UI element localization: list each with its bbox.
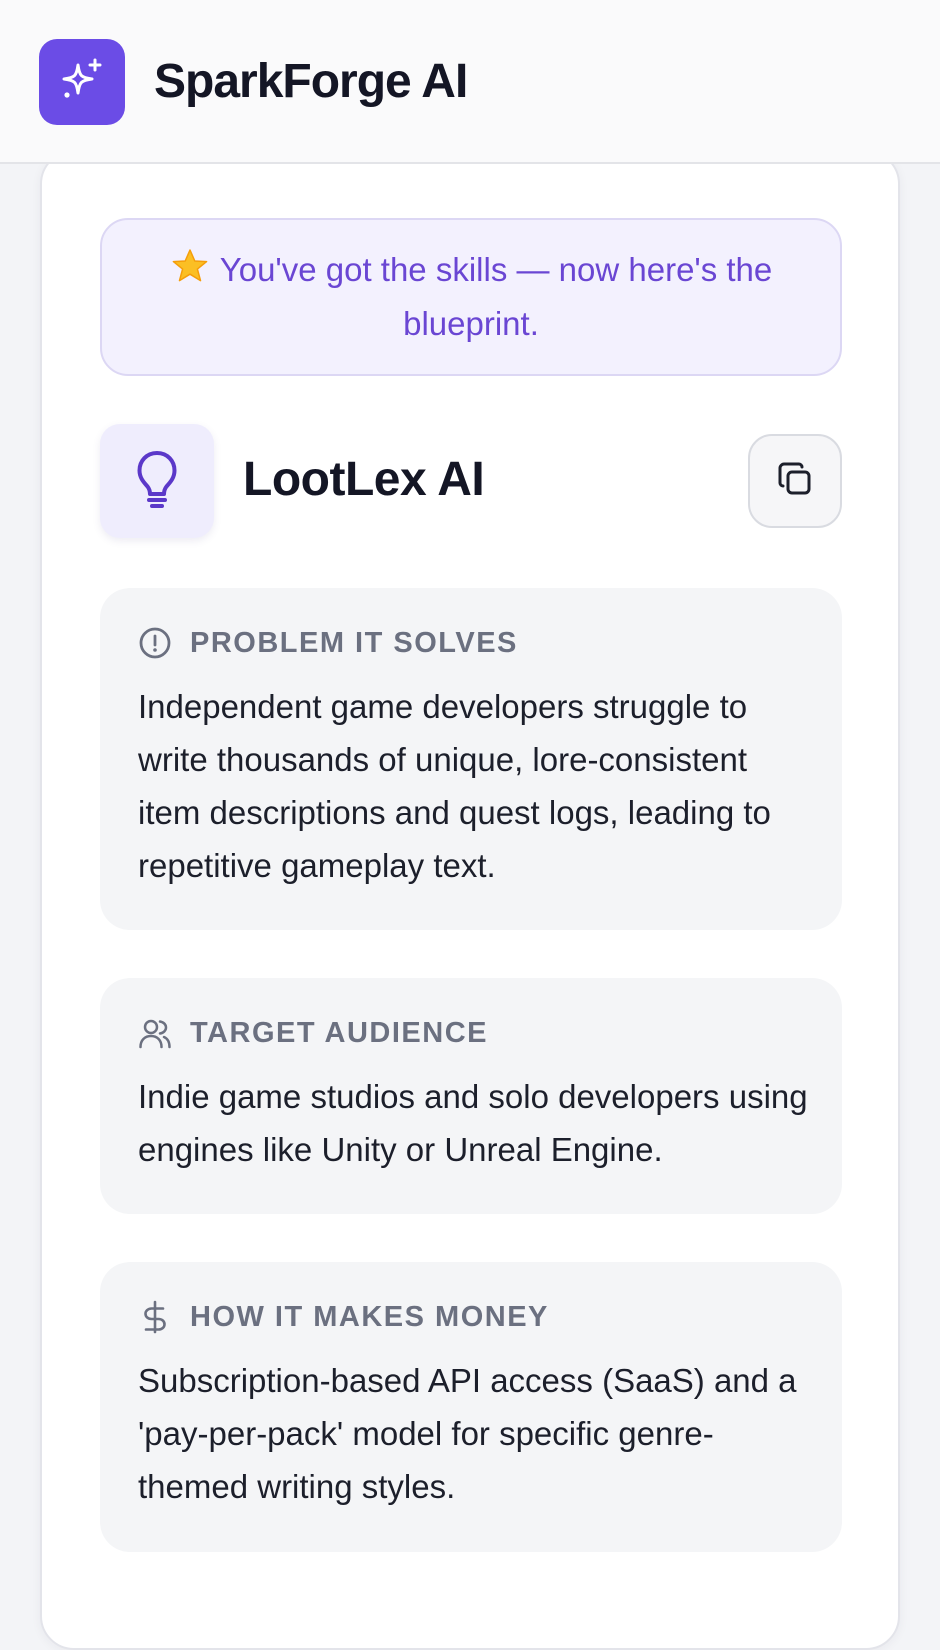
audience-section-header: TARGET AUDIENCE — [138, 1016, 488, 1050]
encouragement-banner: You've got the skills — now here's the b… — [100, 218, 842, 376]
app-title: SparkForge AI — [154, 55, 468, 108]
copy-button[interactable] — [748, 434, 842, 528]
app-logo — [39, 39, 125, 125]
lightbulb-icon — [134, 448, 180, 515]
audience-section-label: TARGET AUDIENCE — [190, 1016, 488, 1049]
star-icon — [170, 247, 210, 300]
monetization-section: HOW IT MAKES MONEY Subscription-based AP… — [100, 1262, 842, 1552]
idea-title: LootLex AI — [243, 453, 485, 506]
audience-section: TARGET AUDIENCE Indie game studios and s… — [100, 978, 842, 1214]
app-header: SparkForge AI — [0, 0, 940, 164]
problem-section: PROBLEM IT SOLVES Independent game devel… — [100, 588, 842, 930]
problem-section-label: PROBLEM IT SOLVES — [190, 626, 518, 659]
idea-icon-tile — [100, 424, 214, 538]
dollar-icon — [138, 1300, 172, 1334]
banner-message: You've got the skills — now here's the b… — [151, 246, 791, 348]
monetization-section-text: Subscription-based API access (SaaS) and… — [138, 1362, 797, 1505]
copy-icon — [775, 459, 815, 504]
problem-section-header: PROBLEM IT SOLVES — [138, 626, 518, 660]
alert-circle-icon — [138, 626, 172, 660]
idea-card: You've got the skills — now here's the b… — [40, 150, 900, 1650]
problem-section-text: Independent game developers struggle to … — [138, 688, 771, 884]
sparkles-icon — [57, 55, 107, 110]
monetization-section-label: HOW IT MAKES MONEY — [190, 1300, 549, 1333]
banner-text: You've got the skills — now here's the b… — [219, 251, 773, 342]
monetization-section-header: HOW IT MAKES MONEY — [138, 1300, 549, 1334]
users-icon — [138, 1016, 172, 1050]
audience-section-text: Indie game studios and solo developers u… — [138, 1078, 808, 1168]
